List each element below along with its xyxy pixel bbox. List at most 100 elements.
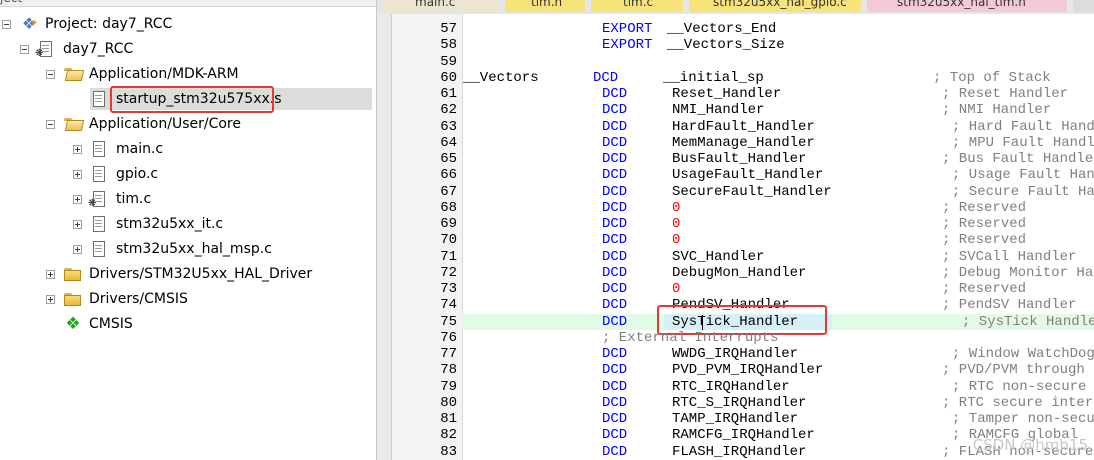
code-comment: ; Reserved [942,216,1027,232]
code-line[interactable]: 76 ; External Interrupts [377,330,1094,346]
tree-file-gpio-c[interactable]: gpio.c [73,163,158,185]
folder-icon [63,290,83,308]
collapse-toggle-icon[interactable] [2,19,11,29]
code-number: 0 [672,232,681,249]
code-editor[interactable]: main.c tim.h tim.c stm32u5xx_hal_gpio.c … [377,0,1094,460]
code-number: 0 [672,281,681,297]
line-number: 75 [440,313,457,330]
code-line[interactable]: 63 DCD HardFault_Handler ; Hard Fault Handl… [377,119,1094,135]
expand-toggle-icon[interactable] [73,219,82,229]
code-keyword: DCD [602,151,628,167]
code-line[interactable]: 57 EXPORT __Vectors_End [377,21,1094,37]
expand-toggle-icon[interactable] [73,244,82,254]
code-symbol: RAMCFG_IRQHandler [672,427,815,444]
code-keyword: DCD [602,216,628,232]
code-symbol: __Vectors_End [667,21,777,37]
code-line[interactable]: 77 DCD WWDG_IRQHandler ; Window WatchDog [377,346,1094,362]
expand-toggle-icon[interactable] [46,294,55,304]
line-number: 58 [440,37,457,54]
line-number: 71 [440,248,457,265]
code-line[interactable]: 72 DCD DebugMon_Handler ; Debug Monitor Han… [377,265,1094,281]
collapse-toggle-icon[interactable] [46,119,55,129]
code-line[interactable]: 80 DCD RTC_S_IRQHandler ; RTC secure interr… [377,395,1094,411]
code-line[interactable]: 81 DCD TAMP_IRQHandler ; Tamper non-secure [377,411,1094,427]
tree-item-label: stm32u5xx_hal_msp.c [116,241,272,257]
code-line[interactable]: 73 DCD 0 ; Reserved [377,281,1094,297]
code-line[interactable]: 59 [377,54,1094,70]
code-comment: ; Reserved [942,281,1027,297]
line-number: 73 [440,281,457,297]
code-keyword: DCD [602,378,628,395]
tab-label: stm32u5xx_hal_tim.h [897,0,1026,9]
expand-toggle-icon[interactable] [73,144,82,154]
code-keyword: DCD [602,264,628,281]
code-line[interactable]: 61 DCD Reset_Handler ; Reset Handler [377,86,1094,102]
tree-item-label: day7_RCC [63,41,134,57]
code-line[interactable]: 58 EXPORT __Vectors_Size [377,37,1094,53]
line-number: 76 [440,329,457,346]
code-symbol: FLASH_IRQHandler [672,443,807,460]
code-comment: ; Reset Handler [942,86,1069,102]
code-keyword: DCD [602,102,628,119]
code-keyword: DCD [602,248,628,265]
tree-group-drivers-cmsis[interactable]: Drivers/CMSIS [46,288,188,310]
code-symbol: UsageFault_Handler [672,167,824,184]
code-line[interactable]: 60 __Vectors DCD __initial_sp ; Top of Stack [377,70,1094,86]
tree-file-hal-msp-c[interactable]: stm32u5xx_hal_msp.c [73,238,272,260]
tab-hal-gpio-c[interactable]: stm32u5xx_hal_gpio.c [689,0,861,12]
tree-item-label: Application/MDK-ARM [89,66,239,82]
line-number: 81 [440,411,457,427]
tab-hal-tim-h[interactable]: stm32u5xx_hal_tim.h [867,0,1067,12]
code-line[interactable]: 68 DCD 0 ; Reserved [377,200,1094,216]
tree-item-target[interactable]: ❋ day7_RCC [20,38,133,60]
line-number: 60 [440,69,457,86]
collapse-toggle-icon[interactable] [46,69,55,79]
code-symbol: Reset_Handler [672,86,782,102]
line-number: 63 [440,118,457,135]
expand-toggle-icon[interactable] [73,194,82,204]
tree-group-hal-driver[interactable]: Drivers/STM32U5xx_HAL_Driver [46,263,312,285]
tree-group-application-mdk-arm[interactable]: Application/MDK-ARM [46,63,239,85]
line-number: 70 [440,232,457,249]
expand-toggle-icon[interactable] [73,169,82,179]
tab-tim-c[interactable]: tim.c [591,0,683,12]
code-line[interactable]: 64 DCD MemManage_Handler ; MPU Fault Handle… [377,135,1094,151]
project-icon: ❖ ✦ [21,14,39,33]
tree-item-label: Project: day7_RCC [45,16,173,32]
tab-main-c[interactable]: main.c [383,0,499,12]
expand-toggle-icon[interactable] [46,269,55,279]
code-line[interactable]: 66 DCD UsageFault_Handler ; Usage Fault Han… [377,167,1094,183]
tree-file-it-c[interactable]: stm32u5xx_it.c [73,213,223,235]
tree-item-project[interactable]: ❖ ✦ Project: day7_RCC [2,13,172,35]
code-keyword: DCD [602,167,628,184]
code-line[interactable]: 65 DCD BusFault_Handler ; Bus Fault Handler [377,151,1094,167]
code-comment: ; SysTick Handler [962,313,1094,330]
code-keyword: DCD [602,443,628,460]
tree-file-main-c[interactable]: main.c [73,138,163,160]
line-number: 80 [440,394,457,411]
code-line[interactable]: 79 DCD RTC_IRQHandler ; RTC non-secure inte… [377,379,1094,395]
tree-group-application-user-core[interactable]: Application/User/Core [46,113,241,135]
line-number: 68 [440,199,457,216]
tree-file-tim-c[interactable]: ❋ tim.c [73,188,151,210]
code-line[interactable]: 78 DCD PVD_PVM_IRQHandler ; PVD/PVM through… [377,362,1094,378]
tab-overflow[interactable] [1073,0,1094,12]
code-line[interactable]: 62 DCD NMI_Handler ; NMI Handler [377,102,1094,118]
code-comment: ; External Interrupts [602,329,779,346]
tab-label: tim.h [531,0,563,9]
code-line[interactable]: 70 DCD 0 ; Reserved [377,232,1094,248]
tree-item-cmsis[interactable]: ❖ CMSIS [63,313,132,335]
code-line[interactable]: 71 DCD SVC_Handler ; SVCall Handler [377,249,1094,265]
tree-item-label: stm32u5xx_it.c [116,216,224,232]
collapse-toggle-icon[interactable] [20,44,29,54]
code-keyword: DCD [602,281,628,297]
line-number: 69 [440,216,457,232]
code-symbol: RTC_S_IRQHandler [672,394,807,411]
code-keyword: DCD [602,394,628,411]
tree-item-label: Drivers/STM32U5xx_HAL_Driver [89,266,313,282]
tab-tim-h[interactable]: tim.h [505,0,585,12]
code-line[interactable]: 75 DCD SysTick_Handler; SysTick Handler [377,304,1094,335]
code-line[interactable]: 67 DCD SecureFault_Handler ; Secure Fault H… [377,184,1094,200]
code-line[interactable]: 69 DCD 0 ; Reserved [377,216,1094,232]
folder-icon [63,265,83,283]
